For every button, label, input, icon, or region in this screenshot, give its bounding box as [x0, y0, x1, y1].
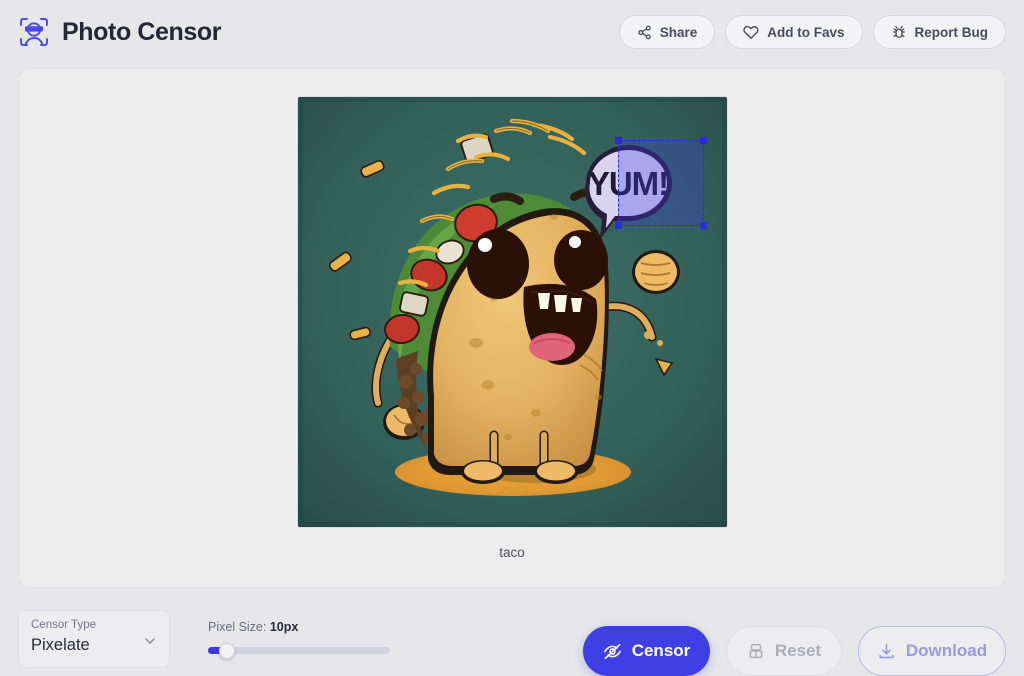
censor-button-label: Censor	[631, 641, 691, 660]
censor-type-select[interactable]: Censor Type Pixelate	[18, 610, 170, 668]
share-button[interactable]: Share	[618, 15, 716, 49]
footer-actions: Censor Reset Download	[583, 610, 1006, 676]
add-to-favs-button[interactable]: Add to Favs	[725, 15, 863, 49]
pixel-size-slider[interactable]	[208, 642, 390, 659]
censor-type-value: Pixelate	[31, 636, 90, 654]
eraser-icon	[747, 642, 765, 660]
share-button-label: Share	[659, 24, 698, 40]
share-icon	[637, 25, 652, 40]
image-card: YUM! taco	[18, 68, 1006, 588]
pixel-size-label: Pixel Size: 10px	[208, 620, 390, 634]
download-button[interactable]: Download	[858, 626, 1006, 676]
eye-off-icon	[603, 642, 622, 661]
pixel-size-value: 10px	[269, 620, 299, 634]
censor-button[interactable]: Censor	[583, 626, 710, 676]
reset-button[interactable]: Reset	[726, 626, 842, 676]
page-title: Photo Censor	[62, 17, 222, 46]
image-canvas[interactable]: YUM!	[297, 96, 727, 527]
bug-icon	[891, 24, 907, 40]
selection-handle-bottom-left[interactable]	[614, 221, 622, 229]
chevron-down-icon	[142, 633, 158, 654]
reset-button-label: Reset	[774, 641, 822, 660]
selection-handle-top-left[interactable]	[614, 136, 622, 144]
download-icon	[877, 642, 896, 661]
report-bug-button-label: Report Bug	[914, 24, 989, 40]
selection-handle-top-right[interactable]	[699, 136, 707, 144]
face-censor-scan-icon	[18, 16, 50, 48]
add-to-favs-button-label: Add to Favs	[767, 24, 845, 40]
image-caption: taco	[499, 544, 525, 560]
app-header: Photo Censor Share Add to Favs Report Bu…	[0, 0, 1024, 64]
pixel-size-control: Pixel Size: 10px	[208, 610, 390, 659]
selection-handle-bottom-right[interactable]	[699, 221, 707, 229]
censor-selection-box[interactable]	[614, 136, 707, 229]
heart-icon	[743, 24, 759, 40]
slider-thumb[interactable]	[219, 642, 236, 659]
pixel-size-label-prefix: Pixel Size:	[208, 620, 270, 634]
controls-bar: Censor Type Pixelate Pixel Size: 10px Ce…	[0, 600, 1024, 676]
header-actions: Share Add to Favs Report Bug	[618, 15, 1006, 49]
report-bug-button[interactable]: Report Bug	[872, 15, 1006, 49]
censor-type-label: Censor Type	[31, 619, 96, 631]
download-button-label: Download	[905, 641, 988, 660]
brand: Photo Censor	[18, 16, 221, 48]
